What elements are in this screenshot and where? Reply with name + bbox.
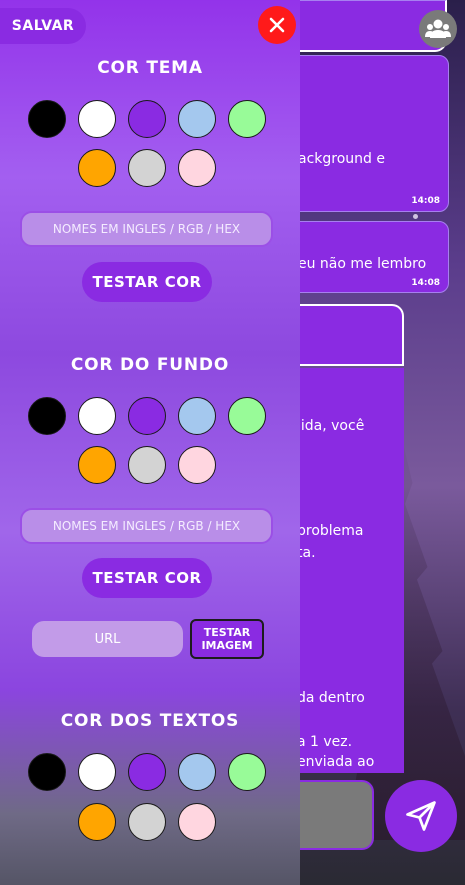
swatch-light-green[interactable] bbox=[228, 397, 266, 435]
chat-message-text: lida, você bbox=[297, 418, 365, 434]
color-settings-panel: SALVAR COR TEMA TESTAR COR COR DO FUNDO … bbox=[0, 0, 300, 885]
swatch-orange[interactable] bbox=[78, 803, 116, 841]
background-url-input[interactable] bbox=[32, 621, 183, 657]
chat-message-text: a 1 vez. bbox=[297, 734, 353, 750]
chat-message-text: enviada ao bbox=[297, 754, 375, 770]
chat-message-time: 14:08 bbox=[411, 278, 440, 288]
swatch-pink[interactable] bbox=[178, 803, 216, 841]
swatch-pink[interactable] bbox=[178, 446, 216, 484]
swatch-light-blue[interactable] bbox=[178, 100, 216, 138]
section-title-text: COR DOS TEXTOS bbox=[60, 711, 240, 731]
swatch-purple[interactable] bbox=[128, 100, 166, 138]
chat-message: ackground e 14:08 bbox=[280, 55, 449, 212]
test-background-color-button[interactable]: TESTAR COR bbox=[82, 558, 212, 598]
test-theme-color-button[interactable]: TESTAR COR bbox=[82, 262, 212, 302]
swatch-black[interactable] bbox=[28, 753, 66, 791]
theme-color-input[interactable] bbox=[20, 211, 273, 247]
swatch-purple[interactable] bbox=[128, 397, 166, 435]
test-image-button[interactable]: TESTAR IMAGEM bbox=[190, 619, 264, 659]
test-image-label-line1: TESTAR bbox=[203, 626, 251, 639]
close-icon bbox=[269, 17, 285, 33]
chat-message: eu não me lembro 14:08 bbox=[280, 221, 449, 293]
chat-message-text: da dentro bbox=[297, 690, 365, 706]
chat-message-text: eu não me lembro bbox=[298, 256, 427, 272]
close-button[interactable] bbox=[258, 6, 296, 44]
chat-message-text: problema bbox=[297, 523, 364, 539]
people-icon bbox=[425, 19, 451, 38]
background-color-input[interactable] bbox=[20, 508, 273, 544]
test-image-label-line2: IMAGEM bbox=[201, 639, 253, 652]
swatch-orange[interactable] bbox=[78, 446, 116, 484]
swatch-orange[interactable] bbox=[78, 149, 116, 187]
swatch-light-gray[interactable] bbox=[128, 149, 166, 187]
swatch-light-blue[interactable] bbox=[178, 397, 216, 435]
chat-message-text: ackground e bbox=[298, 151, 385, 167]
swatch-white[interactable] bbox=[78, 753, 116, 791]
section-title-theme: COR TEMA bbox=[97, 58, 203, 78]
swatch-white[interactable] bbox=[78, 397, 116, 435]
test-image-label: TESTAR IMAGEM bbox=[201, 626, 252, 652]
chat-separator-dot bbox=[413, 214, 418, 219]
swatch-white[interactable] bbox=[78, 100, 116, 138]
swatch-black[interactable] bbox=[28, 100, 66, 138]
swatch-light-gray[interactable] bbox=[128, 803, 166, 841]
section-title-background: COR DO FUNDO bbox=[70, 355, 230, 375]
swatch-light-green[interactable] bbox=[228, 100, 266, 138]
swatch-purple[interactable] bbox=[128, 753, 166, 791]
swatch-light-blue[interactable] bbox=[178, 753, 216, 791]
swatch-pink[interactable] bbox=[178, 149, 216, 187]
send-icon bbox=[406, 801, 436, 831]
group-icon[interactable] bbox=[419, 10, 457, 48]
chat-message-time: 14:08 bbox=[411, 196, 440, 206]
send-button[interactable] bbox=[385, 780, 457, 852]
save-button[interactable]: SALVAR bbox=[0, 8, 86, 44]
message-input[interactable] bbox=[296, 780, 374, 850]
swatch-black[interactable] bbox=[28, 397, 66, 435]
swatch-light-gray[interactable] bbox=[128, 446, 166, 484]
swatch-light-green[interactable] bbox=[228, 753, 266, 791]
